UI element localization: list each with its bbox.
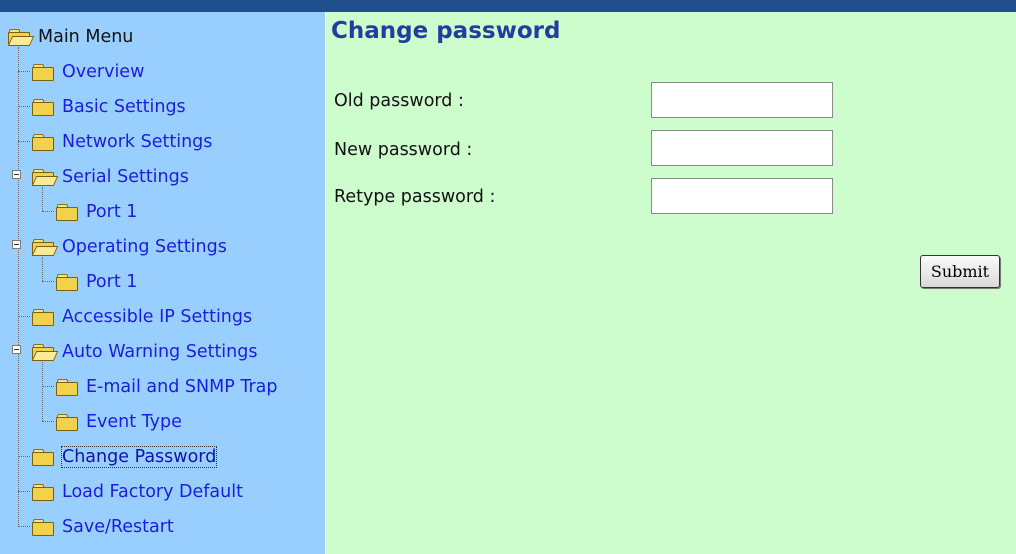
sidebar-item-label: Operating Settings: [62, 236, 227, 257]
folder-icon: [32, 98, 54, 116]
folder-icon: [32, 448, 54, 466]
sidebar-item-label: Port 1: [86, 201, 138, 222]
sidebar-item-label: Event Type: [86, 411, 182, 432]
folder-icon: [32, 133, 54, 151]
submit-button[interactable]: Submit: [920, 255, 1000, 288]
sidebar-item-label: Port 1: [86, 271, 138, 292]
folder-open-icon: [31, 168, 59, 186]
sidebar-tree: Main Menu Overview Basic Settings Networ…: [0, 12, 325, 554]
sidebar-item-network-settings[interactable]: Network Settings: [32, 124, 212, 159]
tree-connector: [18, 316, 30, 317]
tree-connector: [42, 386, 54, 387]
tree-connector: [42, 362, 43, 421]
tree-connector: [42, 281, 54, 282]
retype-password-field[interactable]: [651, 178, 833, 214]
folder-icon: [32, 483, 54, 501]
tree-connector: [18, 71, 30, 72]
sidebar-item-overview[interactable]: Overview: [32, 54, 144, 89]
sidebar-item-label: Network Settings: [62, 131, 213, 152]
sidebar-item-accessible-ip-settings[interactable]: Accessible IP Settings: [32, 299, 252, 334]
page-title: Change password: [331, 18, 561, 44]
sidebar-item-label: Load Factory Default: [62, 481, 243, 502]
sidebar-item-label: Change Password: [60, 445, 218, 468]
main-content: Change password Old password : New passw…: [325, 12, 1016, 554]
sidebar-item-event-type[interactable]: Event Type: [56, 404, 182, 439]
sidebar-item-serial-settings[interactable]: Serial Settings: [31, 159, 189, 194]
folder-open-icon: [7, 28, 35, 46]
tree-connector: [42, 421, 54, 422]
tree-connector: [18, 456, 30, 457]
collapse-icon[interactable]: [12, 345, 21, 354]
folder-icon: [32, 308, 54, 326]
retype-password-label: Retype password :: [334, 187, 496, 207]
sidebar-item-auto-warning-settings[interactable]: Auto Warning Settings: [31, 334, 258, 369]
sidebar-item-label: Overview: [62, 61, 145, 82]
tree-connector: [18, 141, 30, 142]
sidebar-item-basic-settings[interactable]: Basic Settings: [32, 89, 186, 124]
sidebar-item-serial-port-1[interactable]: Port 1: [56, 194, 137, 229]
tree-connector: [42, 211, 54, 212]
collapse-icon[interactable]: [12, 170, 21, 179]
folder-icon: [32, 63, 54, 81]
folder-open-icon: [31, 238, 59, 256]
sidebar-item-label: Serial Settings: [62, 166, 189, 187]
tree-connector: [18, 491, 30, 492]
folder-open-icon: [31, 343, 59, 361]
sidebar-item-label: Auto Warning Settings: [62, 341, 258, 362]
folder-icon: [56, 378, 78, 396]
folder-icon: [56, 413, 78, 431]
old-password-label: Old password :: [334, 91, 464, 111]
sidebar-item-label: Save/Restart: [62, 516, 174, 537]
new-password-label: New password :: [334, 140, 473, 160]
tree-connector: [18, 526, 30, 527]
folder-icon: [56, 203, 78, 221]
sidebar-item-operating-port-1[interactable]: Port 1: [56, 264, 137, 299]
sidebar-item-email-snmp-trap[interactable]: E-mail and SNMP Trap: [56, 369, 277, 404]
folder-icon: [32, 518, 54, 536]
sidebar-item-label: Accessible IP Settings: [62, 306, 253, 327]
sidebar-item-main-menu[interactable]: Main Menu: [7, 19, 134, 54]
sidebar-item-change-password[interactable]: Change Password: [32, 439, 218, 474]
tree-connector: [18, 106, 30, 107]
old-password-field[interactable]: [651, 82, 833, 118]
sidebar-item-label: Basic Settings: [62, 96, 186, 117]
sidebar-item-operating-settings[interactable]: Operating Settings: [31, 229, 227, 264]
top-banner-bar: [0, 0, 1016, 12]
sidebar-item-label: E-mail and SNMP Trap: [86, 376, 278, 397]
sidebar-item-save-restart[interactable]: Save/Restart: [32, 509, 174, 544]
folder-icon: [56, 273, 78, 291]
new-password-field[interactable]: [651, 130, 833, 166]
collapse-icon[interactable]: [12, 240, 21, 249]
sidebar-item-load-factory-default[interactable]: Load Factory Default: [32, 474, 243, 509]
tree-connector: [18, 47, 19, 527]
sidebar-item-label: Main Menu: [38, 26, 134, 47]
